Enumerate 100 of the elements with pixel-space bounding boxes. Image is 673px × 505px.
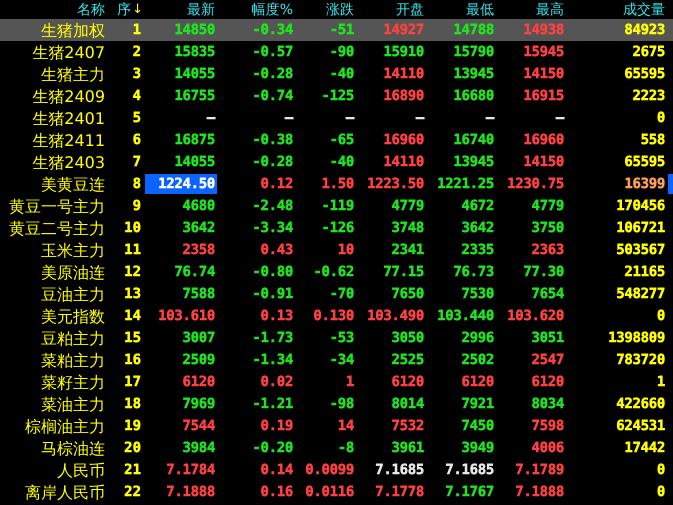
quote-value: — [556, 110, 564, 126]
quote-value: 0.14 [260, 462, 293, 478]
column-header[interactable]: 序 [117, 0, 132, 18]
quote-value: 422660 [616, 396, 665, 412]
quote-value: 103.440 [437, 308, 494, 324]
quote-value: 16960 [383, 132, 424, 148]
quote-value: 2341 [391, 242, 424, 258]
quote-value: -51 [330, 22, 354, 38]
quote-value: 4779 [531, 198, 564, 214]
quote-value: 1230.75 [507, 176, 564, 192]
quote-value: 7598 [531, 418, 564, 434]
quote-value: 16399 [624, 176, 665, 192]
column-header[interactable]: 最高 [536, 0, 564, 18]
quote-value: 7.1767 [445, 484, 494, 500]
quote-value: -0.28 [252, 154, 293, 170]
column-header[interactable]: 最低 [466, 0, 494, 18]
symbol-name: 离岸人民币 [25, 485, 105, 500]
quote-value: 2335 [461, 242, 494, 258]
quote-value: 7654 [531, 286, 564, 302]
quote-value: -3.34 [252, 220, 293, 236]
quote-value: -34 [330, 352, 354, 368]
quote-value: 3984 [182, 440, 215, 456]
quote-value: 0.0099 [305, 462, 354, 478]
quote-value: 0.0116 [305, 484, 354, 500]
quote-value: 0.16 [260, 484, 293, 500]
quote-value: 14110 [383, 66, 424, 82]
row-number: 22 [124, 484, 141, 500]
symbol-name: 美元指数 [41, 309, 105, 324]
quote-value: 6120 [182, 374, 215, 390]
quote-value: 7.1784 [166, 462, 215, 478]
quote-value: 4779 [391, 198, 424, 214]
symbol-name: 黄豆一号主力 [9, 199, 105, 214]
quote-value: 0.130 [313, 308, 354, 324]
quote-value: — [346, 110, 354, 126]
quote-value: 7532 [391, 418, 424, 434]
quote-value: 558 [640, 132, 665, 148]
quote-value: 6120 [391, 374, 424, 390]
symbol-name: 生猪2407 [32, 45, 105, 60]
symbol-name: 豆油主力 [41, 287, 105, 302]
quote-value: -0.80 [252, 264, 293, 280]
column-header[interactable]: 名称 [77, 0, 105, 18]
quote-value: 6120 [461, 374, 494, 390]
quote-value: 65595 [624, 66, 665, 82]
quote-value: 2525 [391, 352, 424, 368]
quote-value: 1221.25 [437, 176, 494, 192]
quote-value: 2358 [182, 242, 215, 258]
symbol-name: 菜粕主力 [41, 353, 105, 368]
quote-value: -98 [330, 396, 354, 412]
quote-value: 15790 [453, 44, 494, 60]
quote-value: 8014 [391, 396, 424, 412]
column-header[interactable]: 最新 [187, 0, 215, 18]
column-header[interactable]: 开盘 [396, 0, 424, 18]
quote-value: 16740 [453, 132, 494, 148]
symbol-name: 马棕油连 [41, 441, 105, 456]
quote-value: 76.74 [174, 264, 215, 280]
quote-value: 4672 [461, 198, 494, 214]
selected-row[interactable]: 生猪加权 1 14850 -0.34 -51 14927 14788 14938 84923 [0, 19, 673, 41]
quote-value: -125 [321, 88, 354, 104]
quote-value: — [284, 110, 293, 126]
quote-value: 0.12 [260, 176, 293, 192]
row-number: 19 [124, 418, 141, 434]
quote-value: 3748 [391, 220, 424, 236]
quote-value: 2223 [632, 88, 665, 104]
quote-value: -70 [330, 286, 354, 302]
quote-value: 2502 [461, 352, 494, 368]
quote-value: 14055 [174, 66, 215, 82]
quote-value: 7.1685 [445, 462, 494, 478]
quote-value: 0 [656, 308, 665, 324]
quote-value: -40 [330, 66, 354, 82]
quote-value: 7650 [391, 286, 424, 302]
quote-value: 7.1789 [515, 462, 564, 478]
quote-value: 0 [656, 110, 665, 126]
quote-value: 21165 [624, 264, 665, 280]
quote-value: — [416, 110, 424, 126]
quote-value: 76.73 [453, 264, 494, 280]
row-number: 8 [132, 176, 141, 192]
column-header[interactable]: 幅度% [252, 0, 293, 18]
symbol-name: 生猪2409 [32, 89, 105, 104]
row-number: 7 [132, 154, 141, 170]
quote-value: 2996 [461, 330, 494, 346]
quote-value: 13945 [453, 66, 494, 82]
row-number: 6 [132, 132, 141, 148]
quote-value: 0 [656, 484, 665, 500]
quote-value: 1223.50 [367, 176, 424, 192]
quote-value: -40 [330, 154, 354, 170]
quote-value: 15910 [383, 44, 424, 60]
quote-value: 103.610 [158, 308, 215, 324]
column-header[interactable]: 涨跌 [326, 0, 354, 18]
quote-value: 2675 [632, 44, 665, 60]
column-header[interactable]: 成交量 [623, 0, 665, 18]
symbol-name: 生猪主力 [41, 67, 105, 82]
quote-value: 0.43 [260, 242, 293, 258]
symbol-name: 菜油主力 [41, 397, 105, 412]
quote-value: 1 [656, 374, 665, 390]
quote-value: 3961 [391, 440, 424, 456]
quote-value: 14938 [523, 22, 564, 38]
row-number: 1 [132, 22, 141, 38]
row-number: 15 [124, 330, 141, 346]
quote-value: 103.620 [507, 308, 564, 324]
row-number: 11 [124, 242, 141, 258]
